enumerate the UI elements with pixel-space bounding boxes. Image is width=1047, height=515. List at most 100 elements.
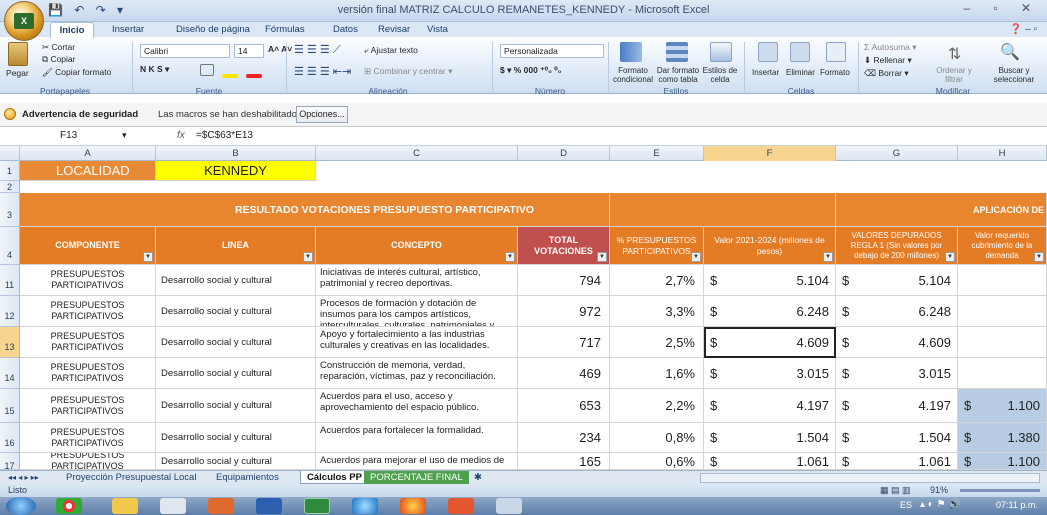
cell-requerido[interactable]: $1.100 <box>958 389 1047 423</box>
wrap-text-button[interactable]: ⤶ Ajustar texto <box>364 45 418 56</box>
cell-componente[interactable]: PRESUPUESTOS PARTICIPATIVOS <box>20 327 156 358</box>
cell-requerido[interactable] <box>958 296 1047 327</box>
folder-icon[interactable] <box>112 498 138 514</box>
sheet-tab-proyeccion[interactable]: Proyección Presupuestal Local <box>60 471 202 484</box>
find-icon[interactable]: 🔍 <box>1000 42 1020 62</box>
zoom-slider[interactable] <box>960 489 1040 492</box>
cell-depurado[interactable]: $3.015 <box>836 358 958 389</box>
window-controls[interactable]: – ▫ ✕ <box>963 1 1041 15</box>
localidad-value[interactable]: KENNEDY <box>156 161 316 181</box>
format-button[interactable]: Formato <box>820 68 850 77</box>
cell-pct[interactable]: 3,3% <box>610 296 704 327</box>
row-header[interactable]: 14 <box>0 358 20 389</box>
font-name-combo[interactable]: Calibri <box>140 44 230 58</box>
cell-pct[interactable]: 2,7% <box>610 265 704 296</box>
banner-title[interactable]: RESULTADO VOTACIONES PRESUPUESTO PARTICI… <box>20 193 610 227</box>
format-cells-icon[interactable] <box>826 42 846 62</box>
tab-diseno[interactable]: Diseño de página <box>176 24 250 35</box>
cell-valor[interactable]: $3.015 <box>704 358 836 389</box>
fill-color-icon[interactable] <box>222 74 238 78</box>
cell-valor[interactable]: $1.061 <box>704 453 836 470</box>
filter-dropdown-icon[interactable]: ▼ <box>1034 252 1044 262</box>
row-header[interactable]: 17 <box>0 453 20 471</box>
cell-linea[interactable]: Desarrollo social y cultural <box>156 389 316 423</box>
header-valor[interactable]: Valor 2021-2024 (millones de pesos) ▼ <box>704 227 836 265</box>
font-color-icon[interactable] <box>246 74 262 78</box>
start-icon[interactable] <box>6 497 36 515</box>
localidad-label[interactable]: LOCALIDAD <box>20 161 156 181</box>
tab-datos[interactable]: Datos <box>333 24 358 35</box>
filter-dropdown-icon[interactable]: ▼ <box>823 252 833 262</box>
name-box[interactable]: F13 <box>60 130 140 144</box>
tab-vista[interactable]: Vista <box>427 24 448 35</box>
header-componente[interactable]: COMPONENTE ▼ <box>20 227 156 265</box>
header-depurados[interactable]: VALORES DEPURADOS REGLA 1 (Sin valores p… <box>836 227 958 265</box>
cell-total[interactable]: 234 <box>518 423 610 453</box>
cell-styles-button[interactable]: Estilos de celda <box>702 66 738 84</box>
cell-pct[interactable]: 0,8% <box>610 423 704 453</box>
language-indicator[interactable]: ES <box>900 500 912 510</box>
office-button[interactable]: X <box>4 1 44 41</box>
cell-depurado[interactable]: $4.197 <box>836 389 958 423</box>
row-header[interactable]: 15 <box>0 389 20 423</box>
cell-concepto[interactable]: Construcción de memoria, verdad, reparac… <box>316 358 518 389</box>
header-linea[interactable]: LINEA ▼ <box>156 227 316 265</box>
delete-button[interactable]: Eliminar <box>786 68 815 77</box>
delete-cells-icon[interactable] <box>790 42 810 62</box>
autosum-button[interactable]: Σ Autosuma ▾ <box>864 42 917 53</box>
firefox-icon[interactable] <box>400 498 426 514</box>
cell-concepto[interactable]: Procesos de formación y dotación de insu… <box>316 296 518 327</box>
cell-concepto[interactable]: Acuerdos para fortalecer la formalidad. <box>316 423 518 453</box>
cell-styles-icon[interactable] <box>710 42 732 62</box>
copy-button[interactable]: ⧉ Copiar <box>42 54 75 65</box>
filter-dropdown-icon[interactable]: ▼ <box>597 252 607 262</box>
filter-dropdown-icon[interactable]: ▼ <box>505 252 515 262</box>
align-top-icon[interactable]: ☰ ☰ ☰ ⟋ <box>294 43 340 57</box>
cell-pct[interactable]: 2,2% <box>610 389 704 423</box>
cell-pct[interactable]: 1,6% <box>610 358 704 389</box>
row-header[interactable]: 12 <box>0 296 20 327</box>
media-icon[interactable] <box>208 498 234 514</box>
cell-valor[interactable]: $4.609 <box>704 327 836 358</box>
formula-input[interactable]: =$C$63*E13 <box>196 130 253 141</box>
header-pct[interactable]: % PRESUPUESTOS PARTICIPATIVOS ▼ <box>610 227 704 265</box>
column-header-f[interactable]: F <box>704 146 836 161</box>
cell-depurado[interactable]: $1.504 <box>836 423 958 453</box>
zoom-level[interactable]: 91% <box>930 485 948 495</box>
cell-total[interactable]: 469 <box>518 358 610 389</box>
view-buttons[interactable]: ▦ ▤ ▥ <box>880 485 911 496</box>
filter-dropdown-icon[interactable]: ▼ <box>143 252 153 262</box>
tab-revisar[interactable]: Revisar <box>378 24 410 35</box>
format-as-table-button[interactable]: Dar formato como tabla <box>656 66 700 84</box>
font-size-combo[interactable]: 14 <box>234 44 264 58</box>
filter-dropdown-icon[interactable]: ▼ <box>303 252 313 262</box>
row-header[interactable]: 2 <box>0 181 20 193</box>
cell-concepto[interactable]: Acuerdos para el uso, acceso y aprovecha… <box>316 389 518 423</box>
cell-depurado[interactable]: $5.104 <box>836 265 958 296</box>
tab-inicio[interactable]: Inicio <box>50 22 94 39</box>
number-format-combo[interactable]: Personalizada <box>500 44 604 58</box>
cell-pct[interactable]: 2,5% <box>610 327 704 358</box>
player-icon[interactable] <box>448 498 474 514</box>
sheet-tab-equipamientos[interactable]: Equipamientos <box>210 471 285 484</box>
filter-dropdown-icon[interactable]: ▼ <box>945 252 955 262</box>
cell-linea[interactable]: Desarrollo social y cultural <box>156 296 316 327</box>
cell-concepto[interactable]: Apoyo y fortalecimiento a las industrias… <box>316 327 518 358</box>
chrome-icon[interactable] <box>56 498 82 514</box>
bold-italic-underline-buttons[interactable]: N K S ▾ <box>140 64 169 75</box>
cell-componente[interactable]: PRESUPUESTOS PARTICIPATIVOS <box>20 423 156 453</box>
options-button[interactable]: Opciones... <box>296 106 348 123</box>
ie-icon[interactable] <box>352 498 378 514</box>
tab-formulas[interactable]: Fórmulas <box>265 24 305 35</box>
row-header[interactable]: 4 <box>0 227 20 265</box>
cell-valor[interactable]: $5.104 <box>704 265 836 296</box>
row-header[interactable]: 16 <box>0 423 20 453</box>
cell-componente[interactable]: PRESUPUESTOS PARTICIPATIVOS <box>20 265 156 296</box>
currency-percent-buttons[interactable]: $ ▾ % 000 ⁺⁰₀ ⁰₀ <box>500 65 562 76</box>
cell-linea[interactable]: Desarrollo social y cultural <box>156 327 316 358</box>
clear-button[interactable]: ⌫ Borrar ▾ <box>864 68 909 79</box>
table-format-icon[interactable] <box>666 42 688 62</box>
cell-total[interactable]: 165 <box>518 453 610 470</box>
filter-dropdown-icon[interactable]: ▼ <box>691 252 701 262</box>
find-select-button[interactable]: Buscar y seleccionar <box>986 66 1042 84</box>
